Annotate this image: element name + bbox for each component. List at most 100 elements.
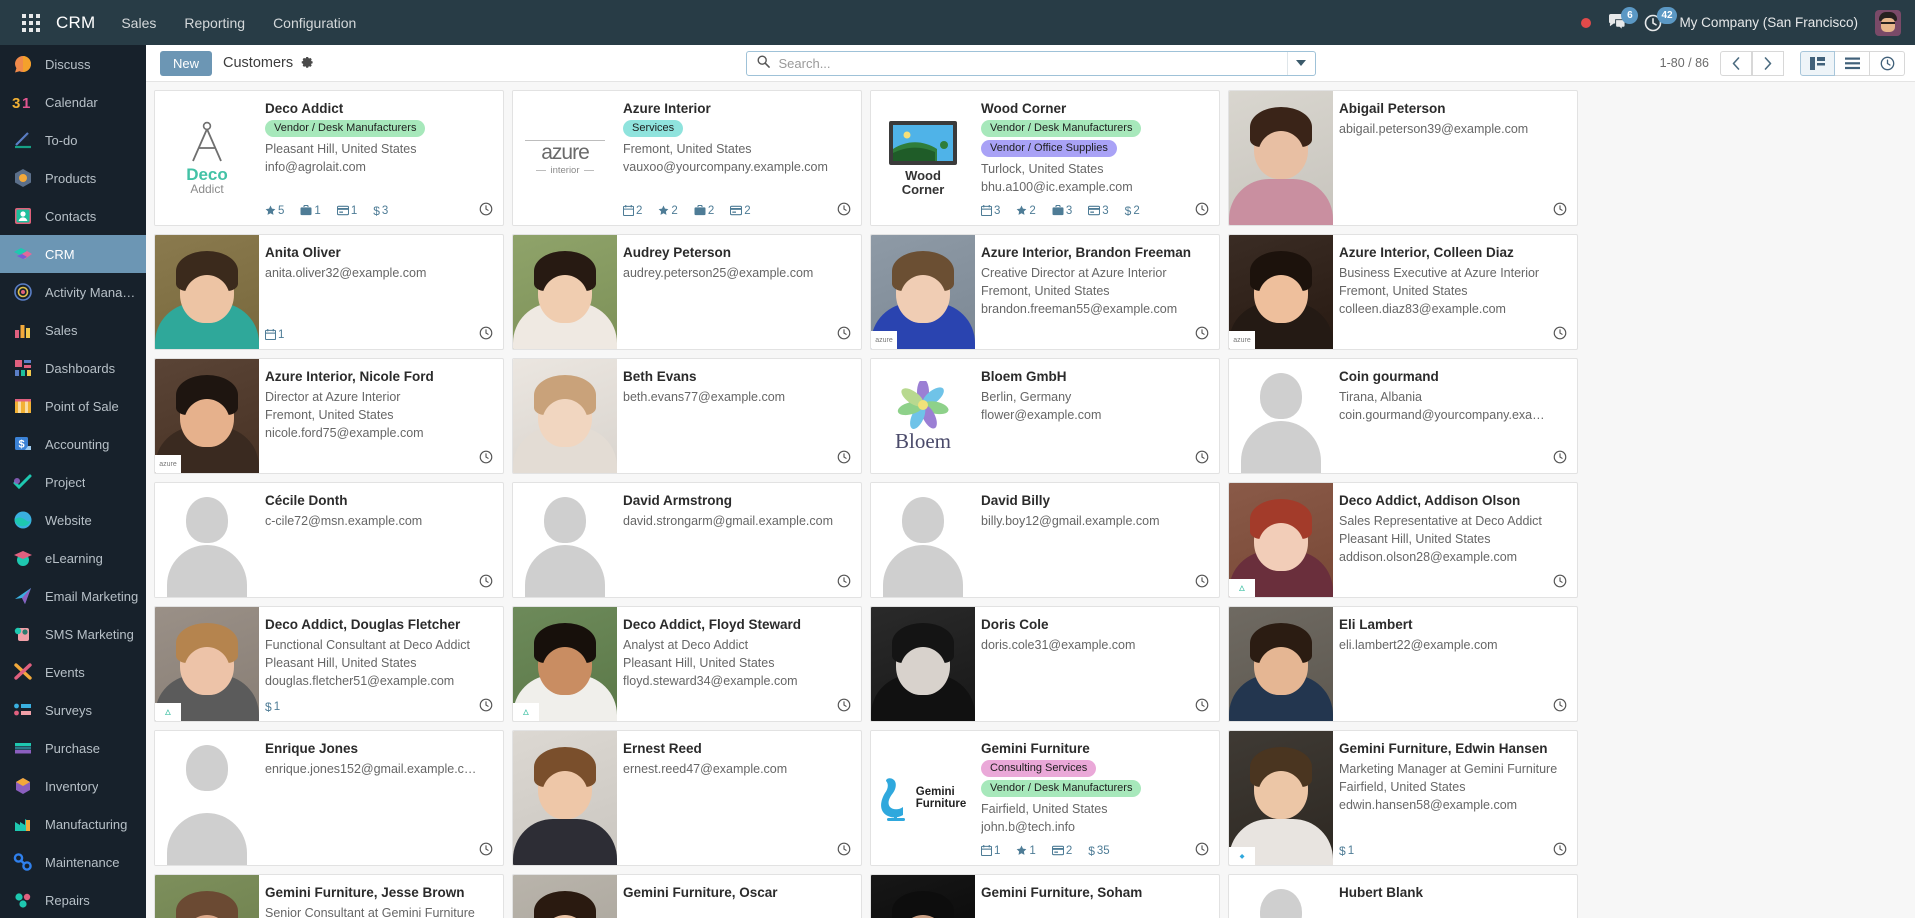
kanban-card[interactable]: Gemini Furniture Gemini Furniture Consultin…	[870, 730, 1220, 866]
menu-configuration[interactable]: Configuration	[273, 15, 356, 31]
sidebar-item-crm[interactable]: CRM	[0, 235, 146, 273]
card-stat[interactable]: $35	[1088, 844, 1109, 858]
card-stat[interactable]: $3	[373, 204, 388, 218]
card-stat[interactable]: 1	[336, 205, 357, 217]
kanban-card[interactable]: Deco Addict Deco Addict Vendor / Desk Manuf…	[154, 90, 504, 226]
kanban-card[interactable]: ◆ Gemini Furniture, Edwin Hansen Marketing…	[1228, 730, 1578, 866]
sidebar-item-accounting[interactable]: $ Accounting	[0, 425, 146, 463]
sidebar-item-sms-marketing[interactable]: SMS Marketing	[0, 615, 146, 653]
card-title[interactable]: Beth Evans	[623, 368, 851, 386]
search-bar[interactable]	[745, 50, 1316, 76]
card-title[interactable]: Audrey Peterson	[623, 244, 851, 262]
card-stat[interactable]: $1	[1339, 844, 1354, 858]
activity-clock-icon[interactable]	[1195, 326, 1209, 343]
card-stat[interactable]: $2	[1125, 204, 1140, 218]
kanban-card[interactable]: Enrique Jones enrique.jones152@gmail.exam…	[154, 730, 504, 866]
activity-clock-icon[interactable]	[837, 842, 851, 859]
card-stat[interactable]: 3	[981, 205, 1000, 217]
sidebar-item-maintenance[interactable]: Maintenance	[0, 843, 146, 881]
activities-button[interactable]: 42	[1644, 6, 1677, 32]
card-stat[interactable]: 2	[730, 205, 751, 217]
kanban-card[interactable]: Coin gourmand Tirana, Albania coin.gourman…	[1228, 358, 1578, 474]
card-stat[interactable]: 5	[265, 205, 284, 217]
activity-clock-icon[interactable]	[1553, 450, 1567, 467]
card-stat[interactable]: 2	[658, 205, 678, 217]
activity-clock-icon[interactable]	[479, 450, 493, 467]
sidebar-item-calendar[interactable]: 3 1 Calendar	[0, 83, 146, 121]
card-title[interactable]: Azure Interior, Brandon Freeman	[981, 244, 1209, 262]
card-stat[interactable]: 2	[694, 205, 714, 217]
activity-clock-icon[interactable]	[1195, 202, 1209, 219]
kanban-card[interactable]: Ernest Reed ernest.reed47@example.com	[512, 730, 862, 866]
sidebar-item-surveys[interactable]: Surveys	[0, 691, 146, 729]
kanban-card[interactable]: Gemini Furniture, Soham	[870, 874, 1220, 918]
activity-clock-icon[interactable]	[837, 574, 851, 591]
card-title[interactable]: Gemini Furniture, Oscar	[623, 884, 851, 902]
sidebar-item-inventory[interactable]: Inventory	[0, 767, 146, 805]
activity-clock-icon[interactable]	[1195, 574, 1209, 591]
pager-previous-button[interactable]	[1720, 50, 1752, 76]
card-title[interactable]: Doris Cole	[981, 616, 1209, 634]
card-title[interactable]: David Armstrong	[623, 492, 851, 510]
view-list-button[interactable]	[1835, 50, 1870, 76]
activity-clock-icon[interactable]	[837, 450, 851, 467]
kanban-card[interactable]: ◆ Gemini Furniture, Jesse Brown Senior Con…	[154, 874, 504, 918]
user-avatar[interactable]	[1875, 9, 1901, 36]
card-stat[interactable]: 3	[1052, 205, 1072, 217]
card-title[interactable]: Cécile Donth	[265, 492, 493, 510]
card-title[interactable]: Deco Addict, Douglas Fletcher	[265, 616, 493, 634]
kanban-card[interactable]: azure Azure Interior, Brandon Freeman Crea…	[870, 234, 1220, 350]
card-title[interactable]: Deco Addict	[265, 100, 493, 118]
kanban-card[interactable]: azure interior Azure Interior Services Fremo…	[512, 90, 862, 226]
kanban-card[interactable]: △ Deco Addict, Addison Olson Sales Represe…	[1228, 482, 1578, 598]
new-button[interactable]: New	[160, 50, 213, 76]
sidebar-item-products[interactable]: Products	[0, 159, 146, 197]
kanban-card[interactable]: Hubert Blank	[1228, 874, 1578, 918]
kanban-card[interactable]: △ Deco Addict, Douglas Fletcher Functional…	[154, 606, 504, 722]
activity-clock-icon[interactable]	[479, 326, 493, 343]
card-title[interactable]: Gemini Furniture	[981, 740, 1209, 758]
sidebar-item-email-marketing[interactable]: Email Marketing	[0, 577, 146, 615]
activity-clock-icon[interactable]	[1195, 450, 1209, 467]
search-dropdown-toggle[interactable]	[1286, 51, 1315, 75]
kanban-card[interactable]: Audrey Peterson audrey.peterson25@example…	[512, 234, 862, 350]
sidebar-item-elearning[interactable]: eLearning	[0, 539, 146, 577]
kanban-card[interactable]: △ Deco Addict, Floyd Steward Analyst at De…	[512, 606, 862, 722]
sidebar-item-point-of-sale[interactable]: Point of Sale	[0, 387, 146, 425]
sidebar-item-to-do[interactable]: To-do	[0, 121, 146, 159]
kanban-card[interactable]: Doris Cole doris.cole31@example.com	[870, 606, 1220, 722]
kanban-card[interactable]: David Billy billy.boy12@gmail.example.com	[870, 482, 1220, 598]
card-stat[interactable]: 2	[1016, 205, 1036, 217]
sidebar-item-dashboards[interactable]: Dashboards	[0, 349, 146, 387]
card-title[interactable]: Gemini Furniture, Edwin Hansen	[1339, 740, 1567, 758]
messages-button[interactable]: 6	[1608, 7, 1639, 31]
card-title[interactable]: Bloem GmbH	[981, 368, 1209, 386]
sidebar-item-website[interactable]: Website	[0, 501, 146, 539]
view-activity-button[interactable]	[1870, 50, 1905, 76]
kanban-card[interactable]: David Armstrong david.strongarm@gmail.exa…	[512, 482, 862, 598]
card-stat[interactable]: 3	[1088, 205, 1109, 217]
company-selector[interactable]: My Company (San Francisco)	[1679, 15, 1858, 30]
kanban-card[interactable]: Eli Lambert eli.lambert22@example.com	[1228, 606, 1578, 722]
kanban-card[interactable]: Cécile Donth c-cile72@msn.example.com	[154, 482, 504, 598]
kanban-card[interactable]: Beth Evans beth.evans77@example.com	[512, 358, 862, 474]
card-title[interactable]: Gemini Furniture, Jesse Brown	[265, 884, 493, 902]
card-title[interactable]: Gemini Furniture, Soham	[981, 884, 1209, 902]
apps-grid-icon[interactable]	[22, 13, 40, 32]
card-title[interactable]: Eli Lambert	[1339, 616, 1567, 634]
activity-clock-icon[interactable]	[1553, 698, 1567, 715]
card-title[interactable]: Deco Addict, Addison Olson	[1339, 492, 1567, 510]
activity-clock-icon[interactable]	[837, 698, 851, 715]
kanban-card[interactable]: Bloem Bloem GmbH Berlin, Germany flower@exa…	[870, 358, 1220, 474]
sidebar-item-contacts[interactable]: Contacts	[0, 197, 146, 235]
card-stat[interactable]: 1	[981, 845, 1000, 857]
card-title[interactable]: Wood Corner	[981, 100, 1209, 118]
activity-clock-icon[interactable]	[1195, 698, 1209, 715]
sidebar-item-manufacturing[interactable]: Manufacturing	[0, 805, 146, 843]
card-title[interactable]: Azure Interior, Colleen Diaz	[1339, 244, 1567, 262]
sidebar-item-repairs[interactable]: Repairs	[0, 881, 146, 918]
card-title[interactable]: Azure Interior, Nicole Ford	[265, 368, 493, 386]
card-stat[interactable]: $1	[265, 700, 280, 714]
card-title[interactable]: David Billy	[981, 492, 1209, 510]
card-title[interactable]: Deco Addict, Floyd Steward	[623, 616, 851, 634]
